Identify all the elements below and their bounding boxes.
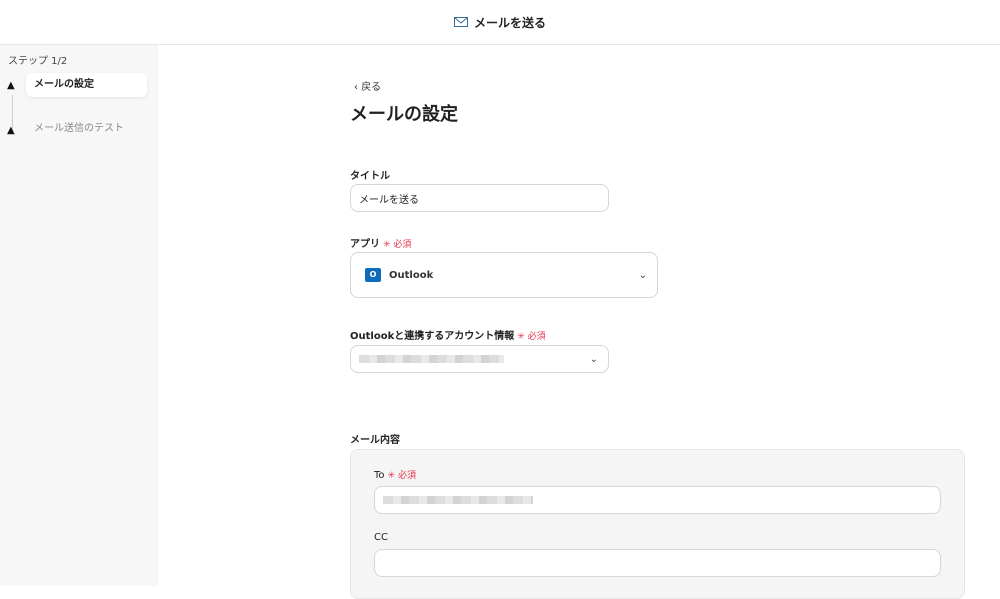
- redacted-account: [359, 355, 504, 363]
- mail-content-label: メール内容: [350, 435, 400, 446]
- chevron-down-icon: ⌄: [589, 353, 598, 365]
- header: メールを送る: [0, 0, 1000, 45]
- sidebar-step-mail-test[interactable]: メール送信のテスト: [26, 117, 147, 141]
- app-label: アプリ ✳ 必須: [350, 239, 412, 250]
- app-value: Outlook: [389, 269, 434, 281]
- account-select[interactable]: ⌄: [350, 345, 609, 373]
- sidebar-step-mail-settings[interactable]: メールの設定: [26, 73, 147, 97]
- warning-icon: ▲: [7, 125, 15, 136]
- cc-input[interactable]: [374, 549, 941, 577]
- sidebar: ステップ 1/2 ▲ メールの設定 ▲ メール送信のテスト: [0, 45, 158, 586]
- back-label: 戻る: [361, 82, 382, 93]
- warning-icon: ▲: [7, 80, 15, 91]
- header-title: メールを送る: [473, 15, 546, 30]
- app-select[interactable]: O Outlook ⌄: [350, 252, 658, 298]
- required-badge: ✳ 必須: [517, 332, 546, 342]
- page-title: メールの設定: [350, 104, 458, 125]
- back-link[interactable]: ‹ 戻る: [354, 78, 381, 93]
- title-value: メールを送る: [359, 194, 419, 206]
- mail-icon: [453, 17, 468, 27]
- required-badge: ✳ 必須: [383, 240, 412, 250]
- title-label: タイトル: [350, 171, 390, 182]
- required-badge: ✳ 必須: [387, 471, 416, 481]
- account-label: Outlookと連携するアカウント情報 ✳ 必須: [350, 331, 546, 342]
- to-input[interactable]: [374, 486, 941, 514]
- chevron-down-icon: ⌄: [638, 269, 647, 281]
- outlook-icon: O: [365, 268, 381, 282]
- redacted-to: [383, 496, 533, 504]
- to-label: To ✳ 必須: [374, 470, 416, 481]
- step-counter: ステップ 1/2: [8, 56, 68, 67]
- cc-label: CC: [374, 532, 388, 543]
- title-input[interactable]: メールを送る: [350, 184, 609, 212]
